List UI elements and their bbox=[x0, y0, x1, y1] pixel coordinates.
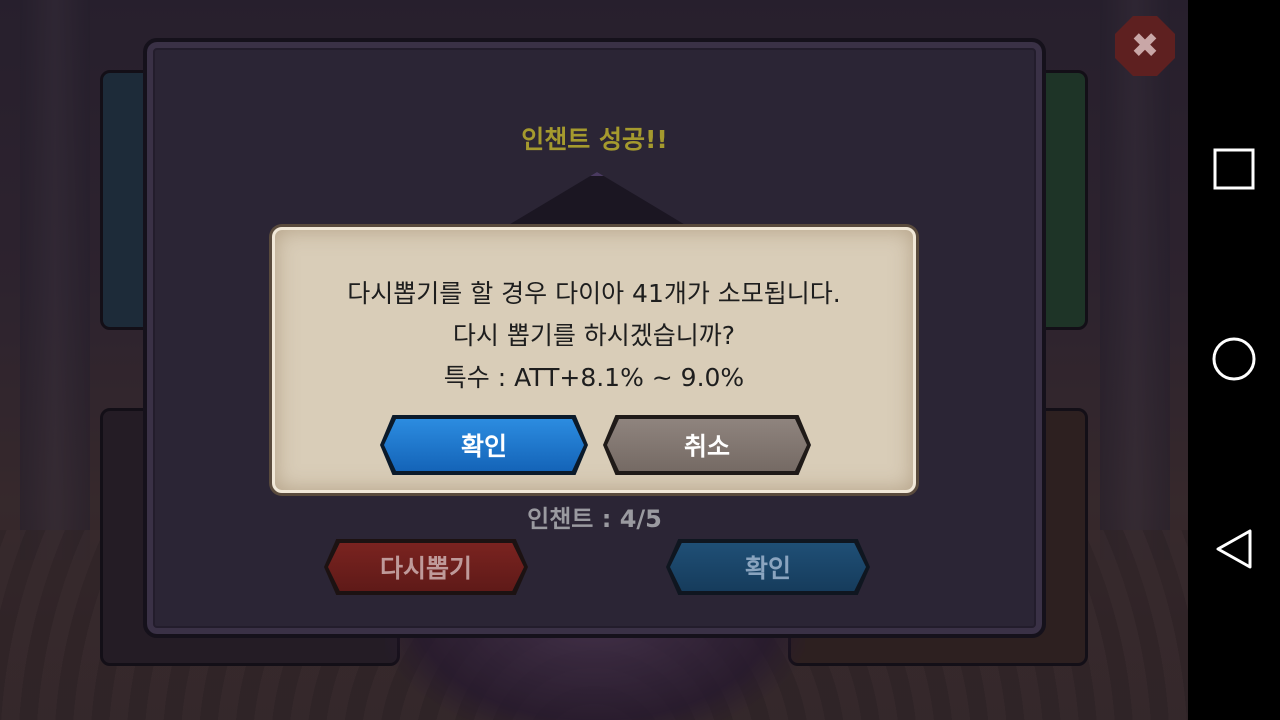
dialog-stat-line: 특수 : ATT+8.1% ~ 9.0% bbox=[443, 363, 745, 392]
dialog-cancel-button[interactable]: 취소 bbox=[603, 415, 811, 475]
enchant-count: 인챈트 : 4/5 bbox=[527, 505, 662, 533]
dialog-message-line-2: 다시 뽑기를 하시겠습니까? bbox=[452, 321, 736, 350]
close-icon: ✖ bbox=[1130, 26, 1160, 66]
dialog-confirm-button[interactable]: 확인 bbox=[380, 415, 588, 475]
back-button[interactable] bbox=[1188, 499, 1280, 599]
reroll-button-label: 다시뽑기 bbox=[379, 554, 472, 583]
home-button[interactable] bbox=[1188, 309, 1280, 409]
panel-confirm-button-label: 확인 bbox=[744, 554, 791, 583]
reroll-button[interactable]: 다시뽑기 bbox=[324, 539, 528, 595]
game-screen: ✖ 인챈트 성공!! 인챈트 : 4/5 다시뽑기 확인 다시뽑기를 할 경우 … bbox=[0, 0, 1188, 720]
square-icon bbox=[1213, 148, 1255, 190]
dialog-cancel-label: 취소 bbox=[683, 432, 730, 461]
enchant-title: 인챈트 성공!! bbox=[521, 125, 668, 154]
recents-button[interactable] bbox=[1188, 119, 1280, 219]
triangle-back-icon bbox=[1216, 529, 1252, 569]
dialog-message-line-1: 다시뽑기를 할 경우 다이아 41개가 소모됩니다. bbox=[347, 279, 841, 308]
android-navigation-bar bbox=[1188, 0, 1280, 720]
dialog-confirm-label: 확인 bbox=[460, 432, 507, 461]
panel-confirm-button[interactable]: 확인 bbox=[666, 539, 870, 595]
reroll-confirm-dialog: 다시뽑기를 할 경우 다이아 41개가 소모됩니다. 다시 뽑기를 하시겠습니까… bbox=[272, 227, 916, 493]
close-button[interactable]: ✖ bbox=[1115, 16, 1175, 76]
circle-icon bbox=[1212, 337, 1256, 381]
